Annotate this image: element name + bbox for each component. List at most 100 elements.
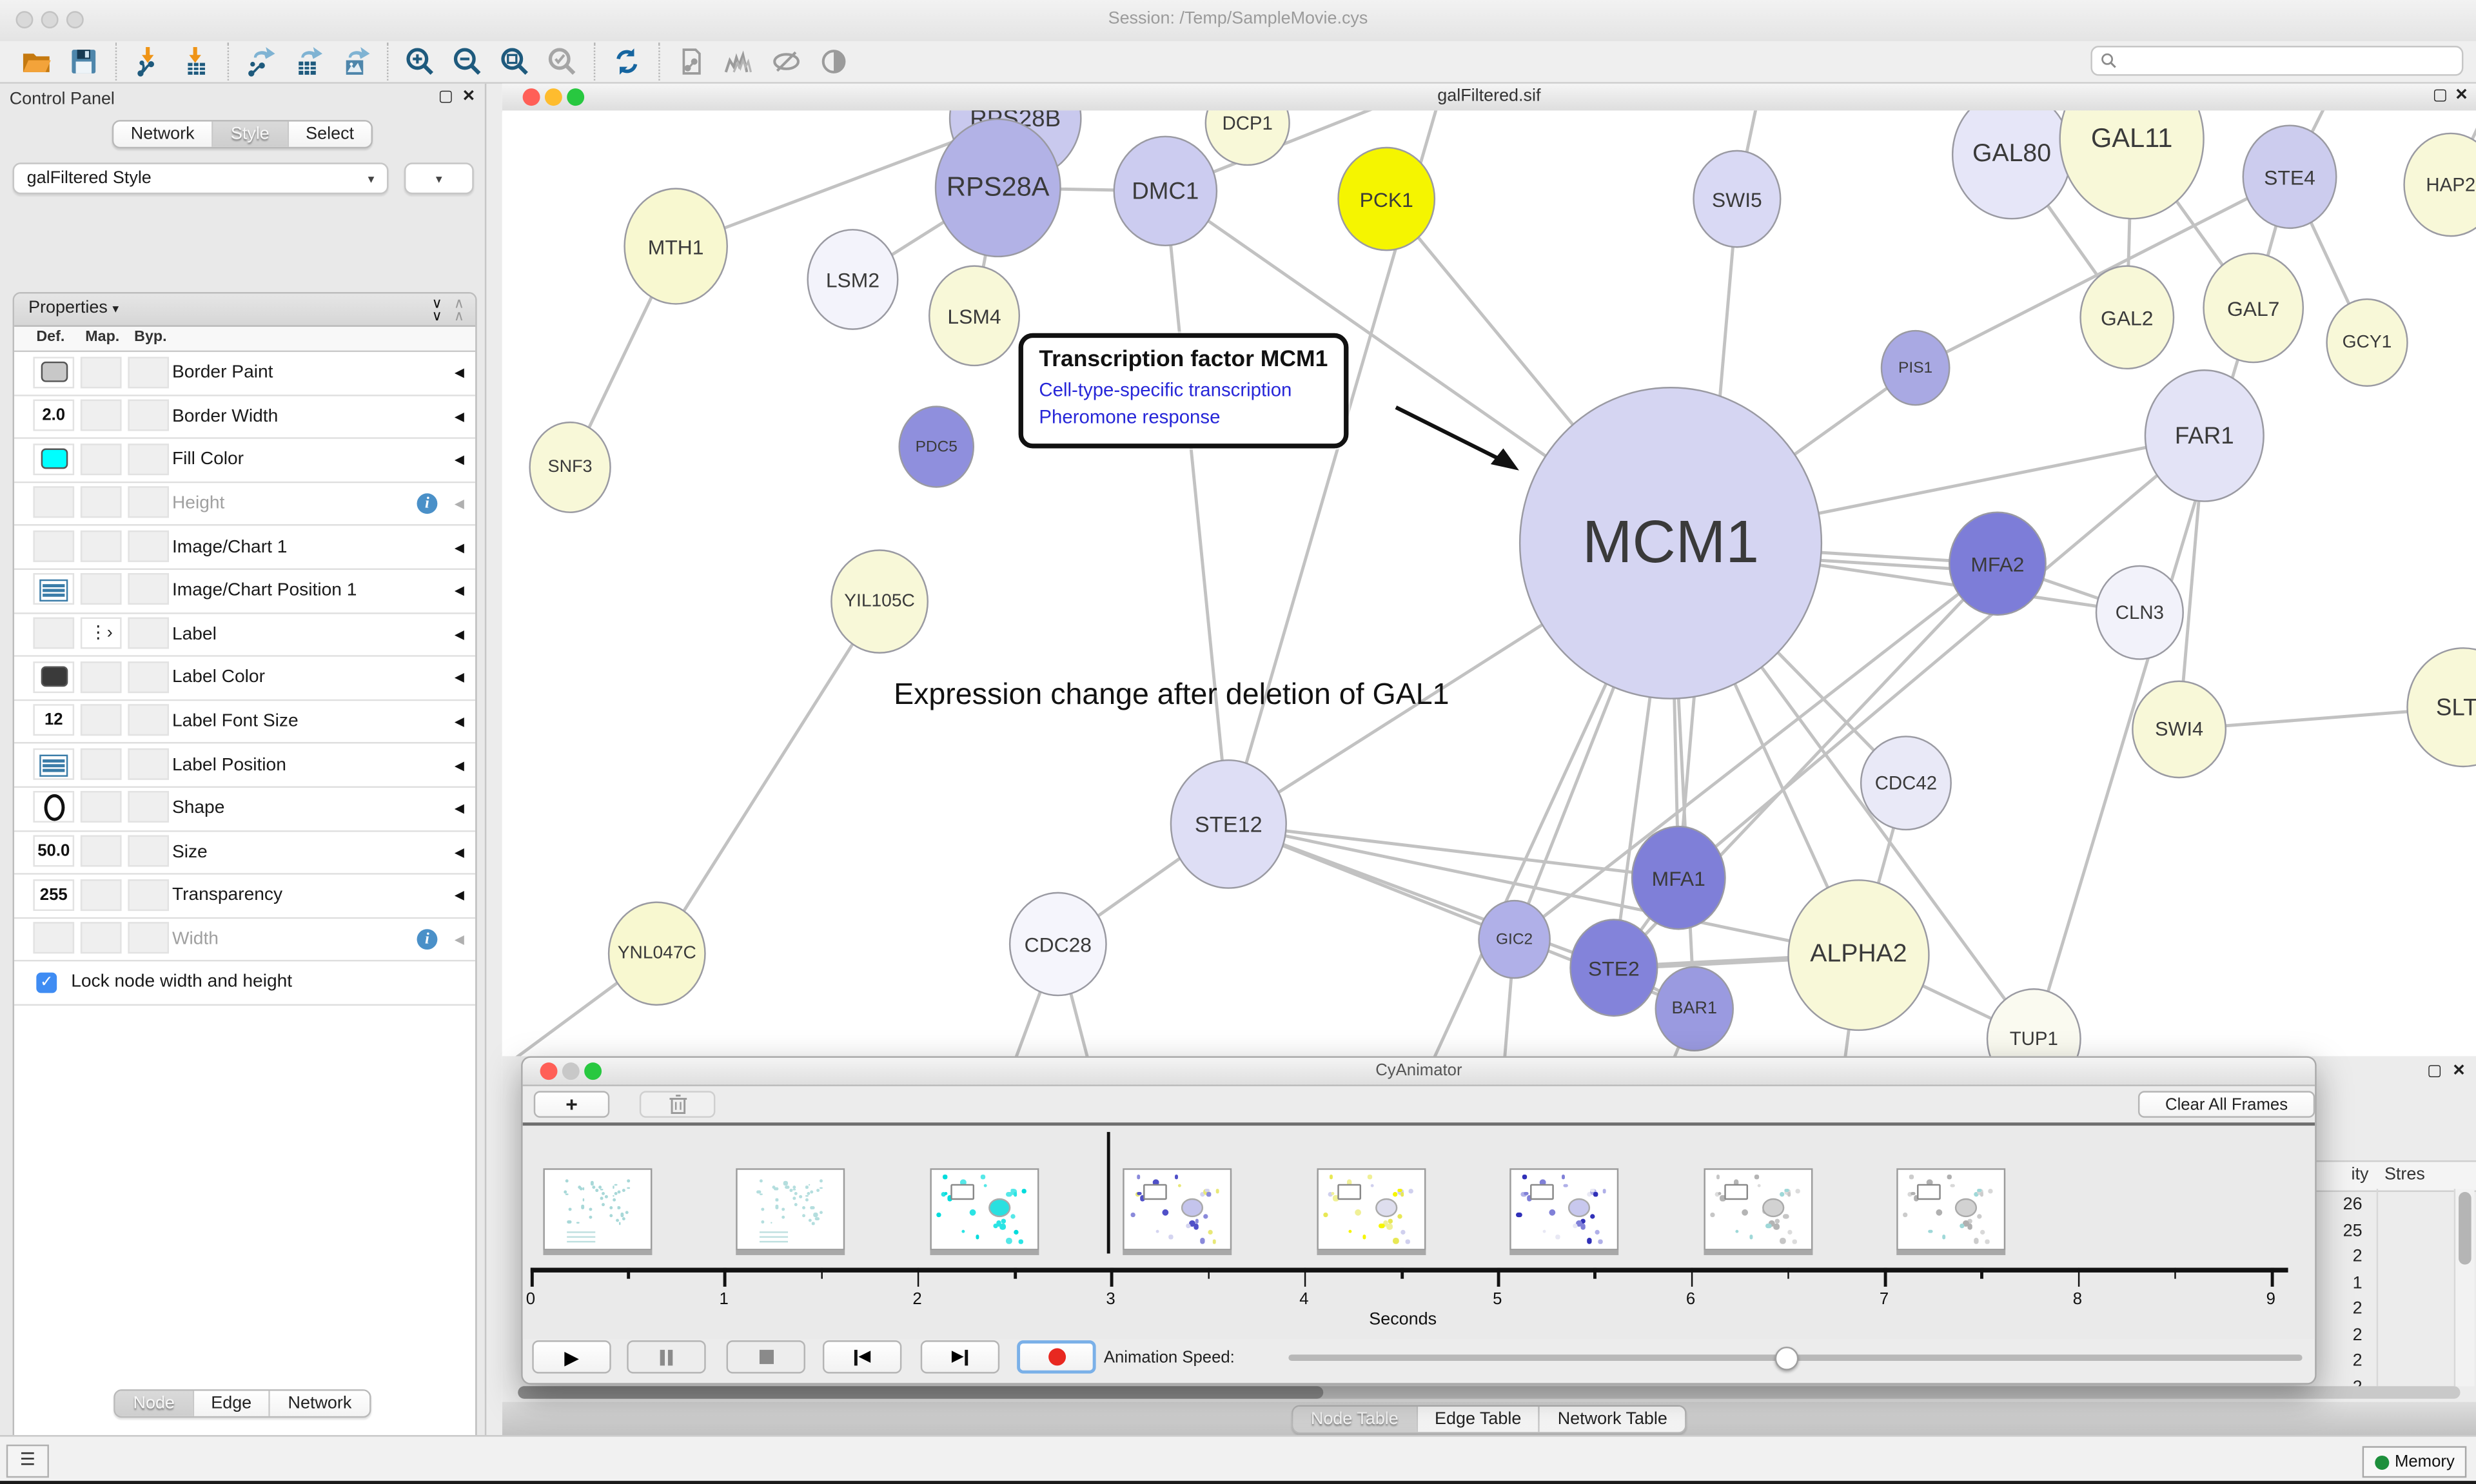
network-node-rps28a[interactable]: RPS28A	[935, 119, 1061, 258]
property-row[interactable]: Border Paint◀	[14, 352, 475, 396]
frame-thumbnail-1[interactable]	[736, 1168, 845, 1250]
network-node-cdc28[interactable]: CDC28	[1009, 892, 1107, 997]
skip-to-end-button[interactable]: ▶	[921, 1340, 999, 1373]
network-node-mcm1[interactable]: MCM1	[1519, 387, 1822, 699]
network-node-pdc5[interactable]: PDC5	[898, 405, 974, 487]
property-row[interactable]: 2.0Border Width◀	[14, 396, 475, 440]
refresh-icon[interactable]	[606, 43, 647, 81]
expand-row-icon[interactable]: ◀	[455, 409, 464, 424]
default-value-cell[interactable]: 2.0	[33, 400, 74, 431]
network-node-far1[interactable]: FAR1	[2145, 369, 2265, 502]
bypass-cell[interactable]	[128, 748, 169, 779]
clone-network-icon[interactable]	[671, 43, 712, 81]
bypass-cell[interactable]	[128, 531, 169, 562]
expand-row-icon[interactable]: ◀	[455, 453, 464, 467]
network-node-dmc1[interactable]: DMC1	[1114, 136, 1218, 246]
network-node-gcy1[interactable]: GCY1	[2326, 298, 2408, 387]
tab-select[interactable]: Select	[288, 122, 371, 147]
expand-row-icon[interactable]: ◀	[455, 584, 464, 598]
network-node-mth1[interactable]: MTH1	[624, 188, 728, 304]
pause-button[interactable]	[627, 1340, 705, 1373]
default-value-cell[interactable]: 50.0	[33, 835, 74, 867]
expand-row-icon[interactable]: ◀	[455, 627, 464, 641]
slider-knob[interactable]	[1775, 1347, 1799, 1371]
record-button[interactable]	[1017, 1340, 1096, 1373]
delete-frame-button[interactable]	[640, 1091, 716, 1118]
tab-node-table[interactable]: Node Table	[1293, 1406, 1417, 1431]
annotation-link[interactable]: Cell-type-specific transcription	[1039, 377, 1328, 405]
network-node-pck1[interactable]: PCK1	[1337, 147, 1435, 251]
bypass-cell[interactable]	[128, 487, 169, 518]
expand-row-icon[interactable]: ◀	[455, 758, 464, 772]
default-value-cell[interactable]	[33, 574, 74, 605]
mapping-cell[interactable]	[81, 879, 122, 910]
bypass-cell[interactable]	[128, 443, 169, 474]
close-panel-icon[interactable]: ✕	[462, 88, 476, 106]
bypass-cell[interactable]	[128, 792, 169, 823]
network-node-lsm2[interactable]: LSM2	[807, 229, 898, 330]
play-button[interactable]: ▶	[532, 1340, 611, 1373]
search-input[interactable]	[2090, 46, 2463, 76]
network-node-alpha2[interactable]: ALPHA2	[1787, 879, 1929, 1031]
import-network-icon[interactable]	[128, 43, 169, 81]
network-node-bar1[interactable]: BAR1	[1655, 966, 1734, 1051]
default-value-cell[interactable]	[33, 923, 74, 954]
speed-slider[interactable]	[1288, 1354, 2302, 1361]
zoom-selected-icon[interactable]	[542, 43, 583, 81]
info-icon[interactable]: i	[417, 929, 438, 950]
default-value-cell[interactable]	[33, 531, 74, 562]
tab-style[interactable]: Style	[213, 122, 288, 147]
default-value-cell[interactable]	[33, 443, 74, 474]
bypass-cell[interactable]	[128, 618, 169, 649]
default-value-cell[interactable]	[33, 748, 74, 779]
mapping-cell[interactable]: ⋮›	[81, 618, 122, 649]
network-node-ynl047c[interactable]: YNL047C	[608, 901, 706, 1006]
open-session-icon[interactable]	[15, 43, 57, 81]
property-row[interactable]: 12Label Font Size◀	[14, 701, 475, 745]
expand-row-icon[interactable]: ◀	[455, 801, 464, 815]
float-network-icon[interactable]: ▢	[2433, 87, 2448, 104]
close-table-icon[interactable]: ✕	[2452, 1062, 2466, 1080]
zoom-in-icon[interactable]	[400, 43, 441, 81]
expand-row-icon[interactable]: ◀	[455, 714, 464, 728]
show-all-icon[interactable]	[813, 43, 854, 81]
bypass-cell[interactable]	[128, 835, 169, 867]
expand-row-icon[interactable]: ◀	[455, 845, 464, 859]
frame-thumbnail-3[interactable]	[1123, 1168, 1232, 1250]
stop-button[interactable]	[727, 1340, 805, 1373]
network-node-swi5[interactable]: SWI5	[1693, 150, 1781, 248]
tab-network-table[interactable]: Network Table	[1540, 1406, 1685, 1431]
tab-edge[interactable]: Edge	[193, 1391, 270, 1416]
export-network-icon[interactable]	[240, 43, 281, 81]
frame-thumbnail-4[interactable]	[1317, 1168, 1426, 1250]
expand-row-icon[interactable]: ◀	[455, 540, 464, 554]
float-panel-icon[interactable]: ▢	[438, 88, 453, 106]
network-node-mfa2[interactable]: MFA2	[1949, 511, 2047, 616]
default-value-cell[interactable]: 12	[33, 705, 74, 736]
network-node-ste4[interactable]: STE4	[2243, 124, 2337, 229]
bypass-cell[interactable]	[128, 923, 169, 954]
skip-to-start-button[interactable]: ◀	[823, 1340, 901, 1373]
mapping-cell[interactable]	[81, 923, 122, 954]
mapping-cell[interactable]	[81, 531, 122, 562]
expand-row-icon[interactable]: ◀	[455, 366, 464, 380]
vscrollbar-thumb[interactable]	[2458, 1192, 2471, 1265]
info-icon[interactable]: i	[417, 493, 438, 514]
mapping-cell[interactable]	[81, 835, 122, 867]
network-node-gic2[interactable]: GIC2	[1478, 900, 1551, 979]
mapping-cell[interactable]	[81, 356, 122, 387]
tab-edge-table[interactable]: Edge Table	[1417, 1406, 1540, 1431]
property-row[interactable]: Heighti◀	[14, 483, 475, 527]
expand-row-icon[interactable]: ◀	[455, 889, 464, 903]
tab-network[interactable]: Network	[113, 122, 213, 147]
collapse-all-icon[interactable]: ∧∧	[454, 297, 463, 322]
expand-row-icon[interactable]: ◀	[455, 671, 464, 685]
bypass-cell[interactable]	[128, 661, 169, 692]
export-image-icon[interactable]	[335, 43, 376, 81]
mapping-cell[interactable]	[81, 574, 122, 605]
style-selector[interactable]: galFiltered Style ▾	[13, 162, 389, 194]
network-node-swi4[interactable]: SWI4	[2132, 681, 2226, 779]
network-node-lsm4[interactable]: LSM4	[928, 265, 1020, 366]
property-row[interactable]: 50.0Size◀	[14, 831, 475, 875]
tab-node[interactable]: Node	[116, 1391, 194, 1416]
